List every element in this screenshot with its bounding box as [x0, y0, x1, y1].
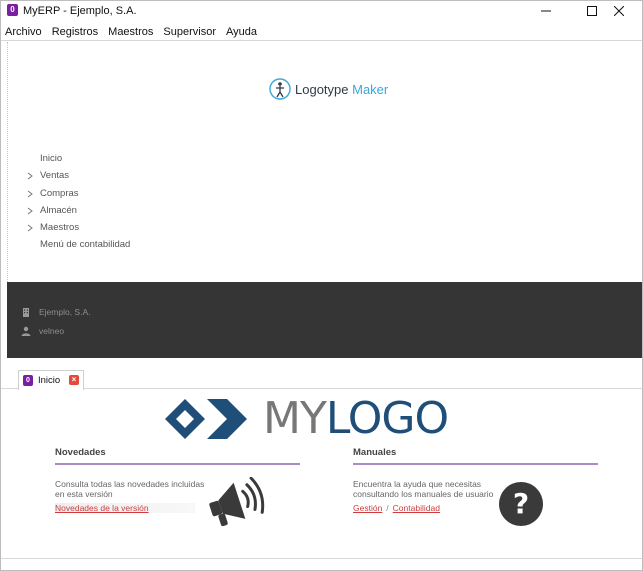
navigation-panel: Logotype Maker Inicio Ventas Compras Alm… [7, 42, 642, 282]
mylogo-part1: MY [263, 393, 327, 444]
chevron-right-icon [27, 190, 33, 197]
logotype-emblem-icon [269, 78, 291, 100]
menu-bar: Archivo Registros Maestros Supervisor Ay… [1, 23, 642, 41]
nav-item-label: Compras [40, 187, 79, 199]
logotype-logo: Logotype Maker [269, 76, 388, 102]
app-logo-icon: 0 [23, 375, 33, 386]
company-name: Ejemplo, S.A. [39, 307, 91, 317]
start-page: MYLOGO Novedades Consulta todas las nove… [1, 390, 642, 558]
status-bar [1, 558, 642, 570]
link-separator: / [386, 503, 389, 513]
svg-text:?: ? [513, 487, 529, 520]
tab-label: Inicio [38, 375, 61, 386]
nav-item-label: Ventas [40, 170, 70, 182]
mylogo-part2: LOGO [325, 393, 449, 444]
manuales-description: Encuentra la ayuda que necesitas consult… [353, 479, 494, 499]
user-icon [21, 326, 31, 336]
menu-registros[interactable]: Registros [48, 23, 104, 40]
close-icon [614, 6, 624, 16]
close-button[interactable] [596, 1, 642, 21]
building-icon [23, 308, 29, 317]
help-icon: ? [499, 482, 543, 526]
minimize-button[interactable] [523, 1, 569, 21]
menu-supervisor[interactable]: Supervisor [159, 23, 222, 40]
manuales-title: Manuales [353, 447, 598, 465]
mylogo-wordmark: MYLOGO [263, 397, 449, 441]
logotype-word2: Maker [352, 81, 389, 97]
session-info-panel: Ejemplo, S.A. velneo [7, 282, 642, 358]
company-row: Ejemplo, S.A. [21, 305, 91, 319]
minimize-icon [541, 10, 551, 12]
novedades-link[interactable]: Novedades de la versión [55, 503, 149, 513]
manuales-section: Manuales Encuentra la ayuda que necesita… [353, 447, 598, 513]
nav-item-compras[interactable]: Compras [24, 185, 324, 202]
mylogo-banner: MYLOGO [165, 397, 449, 441]
user-name: velneo [39, 326, 65, 336]
menu-archivo[interactable]: Archivo [1, 23, 48, 40]
window-title: MyERP - Ejemplo, S.A. [23, 5, 137, 17]
nav-item-label: Maestros [40, 222, 80, 234]
nav-list: Inicio Ventas Compras Almacén Maestros M… [24, 150, 324, 254]
app-logo-icon: 0 [7, 4, 18, 16]
nav-item-almacen[interactable]: Almacén [24, 202, 324, 219]
nav-item-ventas[interactable]: Ventas [24, 167, 324, 184]
nav-item-maestros[interactable]: Maestros [24, 219, 324, 236]
gestion-link[interactable]: Gestión [353, 503, 382, 513]
contabilidad-link[interactable]: Contabilidad [393, 503, 440, 513]
app-window: 0 MyERP - Ejemplo, S.A. Archivo Registro… [0, 0, 643, 571]
nav-item-inicio[interactable]: Inicio [24, 150, 324, 167]
nav-item-label: Menú de contabilidad [40, 239, 131, 251]
nav-item-label: Inicio [40, 153, 63, 164]
menu-ayuda[interactable]: Ayuda [222, 23, 263, 40]
title-bar: 0 MyERP - Ejemplo, S.A. [1, 1, 642, 21]
novedades-link-highlight: Novedades de la versión [55, 503, 195, 513]
manuales-links: Gestión / Contabilidad [353, 503, 598, 513]
menu-maestros[interactable]: Maestros [104, 23, 159, 40]
megaphone-icon [209, 477, 265, 527]
chevron-right-icon [27, 224, 33, 232]
tab-inicio[interactable]: 0 Inicio × [18, 370, 84, 390]
chevron-right-icon [27, 172, 33, 180]
tab-close-icon[interactable]: × [69, 375, 79, 385]
logotype-wordmark: Logotype Maker [295, 82, 388, 97]
nav-item-label: Almacén [40, 204, 77, 216]
novedades-title: Novedades [55, 447, 300, 465]
novedades-description: Consulta todas las novedades incluidas e… [55, 479, 205, 499]
nav-item-contabilidad[interactable]: Menú de contabilidad [24, 236, 324, 253]
logotype-word1: Logotype [295, 81, 349, 97]
user-row: velneo [21, 324, 64, 338]
mylogo-emblem-icon [165, 399, 247, 439]
chevron-right-icon [27, 207, 33, 215]
tab-strip: 0 Inicio × [1, 367, 642, 390]
